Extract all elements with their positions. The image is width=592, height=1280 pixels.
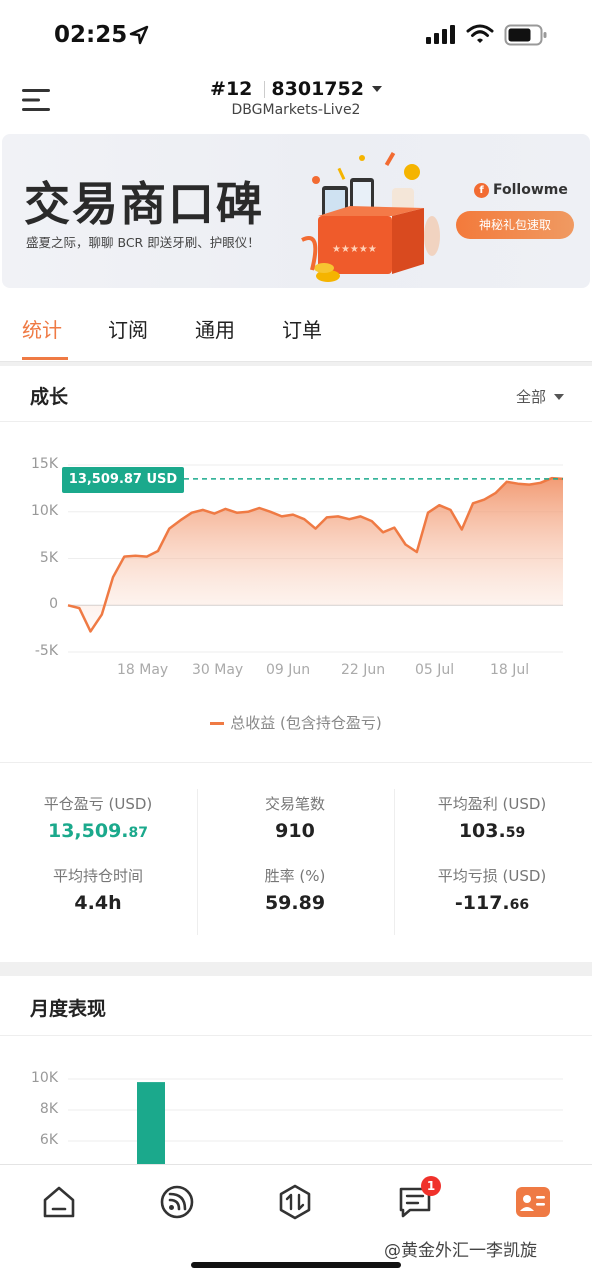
gift-box-illustration: ★★★★★ xyxy=(301,151,440,282)
stat-value: 59.89 xyxy=(264,892,326,914)
tab-subscribe[interactable]: 订阅 xyxy=(108,314,148,343)
x-tick-label: 18 May xyxy=(117,662,169,678)
account-number: #12 xyxy=(210,78,253,100)
y-tick-label: 5K xyxy=(39,549,58,566)
status-time: 02:25 xyxy=(54,22,128,48)
svg-text:★★★★★: ★★★★★ xyxy=(332,244,377,255)
banner-title: 交易商口碑 xyxy=(24,177,264,231)
tab-orders[interactable]: 订单 xyxy=(282,314,322,343)
range-filter-label: 全部 xyxy=(515,388,546,406)
followme-name: Followme xyxy=(493,182,568,198)
wifi-icon xyxy=(466,24,494,43)
tab-bar: 统计 订阅 通用 订单 xyxy=(0,300,592,362)
gift-pack-button[interactable]: 神秘礼包速取 xyxy=(456,211,574,239)
y-tick-label: 8K xyxy=(39,1101,58,1117)
account-id: 8301752 xyxy=(271,78,364,100)
home-indicator xyxy=(191,1262,401,1268)
followme-brand: f Followme xyxy=(474,182,568,198)
y-tick-label: 10K xyxy=(31,1070,58,1086)
growth-title: 成长 xyxy=(30,386,69,408)
chevron-down-icon xyxy=(371,86,382,92)
stat-item: 平均持仓时间 4.4h xyxy=(0,865,196,914)
y-tick-label: 10K xyxy=(31,502,58,519)
y-tick-label: -5K xyxy=(34,643,58,659)
stat-value: -117.66 xyxy=(454,892,530,914)
home-icon[interactable] xyxy=(40,1183,78,1221)
x-tick-label: 22 Jun xyxy=(341,662,386,678)
stat-label: 交易笔数 xyxy=(264,795,325,813)
stat-value: 4.4h xyxy=(74,892,122,914)
battery-icon xyxy=(504,24,547,46)
profile-icon[interactable] xyxy=(514,1183,552,1221)
trade-icon[interactable] xyxy=(276,1183,314,1221)
stat-value: 910 xyxy=(275,820,315,842)
chart-legend[interactable]: 总收益 (包含持仓盈亏) xyxy=(0,712,592,733)
stat-label: 平均盈利 (USD) xyxy=(437,795,547,813)
stat-item: 平仓盈亏 (USD) 13,509.87 xyxy=(0,793,196,842)
tab-general[interactable]: 通用 xyxy=(195,314,235,343)
growth-area xyxy=(68,478,563,632)
x-tick-label: 30 May xyxy=(192,662,244,678)
y-tick-label: 15K xyxy=(31,456,58,472)
monthly-section-header: 月度表现 xyxy=(0,976,592,1036)
stat-label: 平均持仓时间 xyxy=(52,867,143,885)
location-arrow-icon xyxy=(129,25,149,45)
server-name: DBGMarkets-Live2 xyxy=(231,102,361,118)
status-bar: 02:25 xyxy=(0,0,592,70)
stat-item: 胜率 (%) 59.89 xyxy=(197,865,393,914)
y-tick-label: 6K xyxy=(39,1132,58,1148)
promo-banner[interactable]: 交易商口碑 盛夏之际，聊聊 BCR 即送牙刷、护眼仪！ ★★★★★ f Foll… xyxy=(2,134,590,288)
legend-label: 总收益 (包含持仓盈亏) xyxy=(230,714,382,732)
monthly-chart xyxy=(68,1078,563,1166)
monthly-bar[interactable] xyxy=(137,1082,165,1166)
banner-subtitle: 盛夏之际，聊聊 BCR 即送牙刷、护眼仪！ xyxy=(26,235,260,250)
stat-value: 13,509.87 xyxy=(47,820,149,842)
stat-label: 胜率 (%) xyxy=(264,867,326,885)
feed-icon[interactable] xyxy=(158,1183,196,1221)
message-badge: 1 xyxy=(421,1176,441,1196)
stat-item: 交易笔数 910 xyxy=(197,793,393,842)
growth-section-header: 成长 全部 xyxy=(0,366,592,422)
cellular-signal-icon xyxy=(426,25,455,44)
x-tick-label: 05 Jul xyxy=(415,662,455,678)
account-divider xyxy=(264,80,266,98)
x-tick-label: 18 Jul xyxy=(490,662,530,678)
stat-label: 平仓盈亏 (USD) xyxy=(43,795,153,813)
monthly-title: 月度表现 xyxy=(30,998,107,1020)
x-tick-label: 09 Jun xyxy=(266,662,311,678)
legend-swatch xyxy=(210,722,225,725)
stats-panel: 平仓盈亏 (USD) 13,509.87 交易笔数 910 平均盈利 (USD) 103.… xyxy=(0,762,592,962)
stat-item: 平均盈利 (USD) 103.59 xyxy=(394,793,590,842)
y-tick-label: 0 xyxy=(49,596,58,613)
tab-statistics[interactable]: 统计 xyxy=(22,314,62,343)
app-header: #12 8301752 DBGMarkets-Live2 xyxy=(0,70,592,132)
watermark: @黄金外汇一李凯旋 xyxy=(384,1241,537,1261)
stat-item: 平均亏损 (USD) -117.66 xyxy=(394,865,590,914)
active-tab-indicator xyxy=(22,357,68,360)
section-divider xyxy=(0,962,592,976)
range-filter[interactable]: 全部 xyxy=(516,386,564,407)
followme-logo-icon: f xyxy=(474,182,489,198)
chevron-down-icon xyxy=(554,393,564,400)
account-selector[interactable]: #12 8301752 DBGMarkets-Live2 xyxy=(0,78,592,118)
current-value-tag: 13,509.87 USD xyxy=(62,467,184,493)
stat-label: 平均亏损 (USD) xyxy=(437,867,547,885)
stat-value: 103.59 xyxy=(458,820,526,842)
